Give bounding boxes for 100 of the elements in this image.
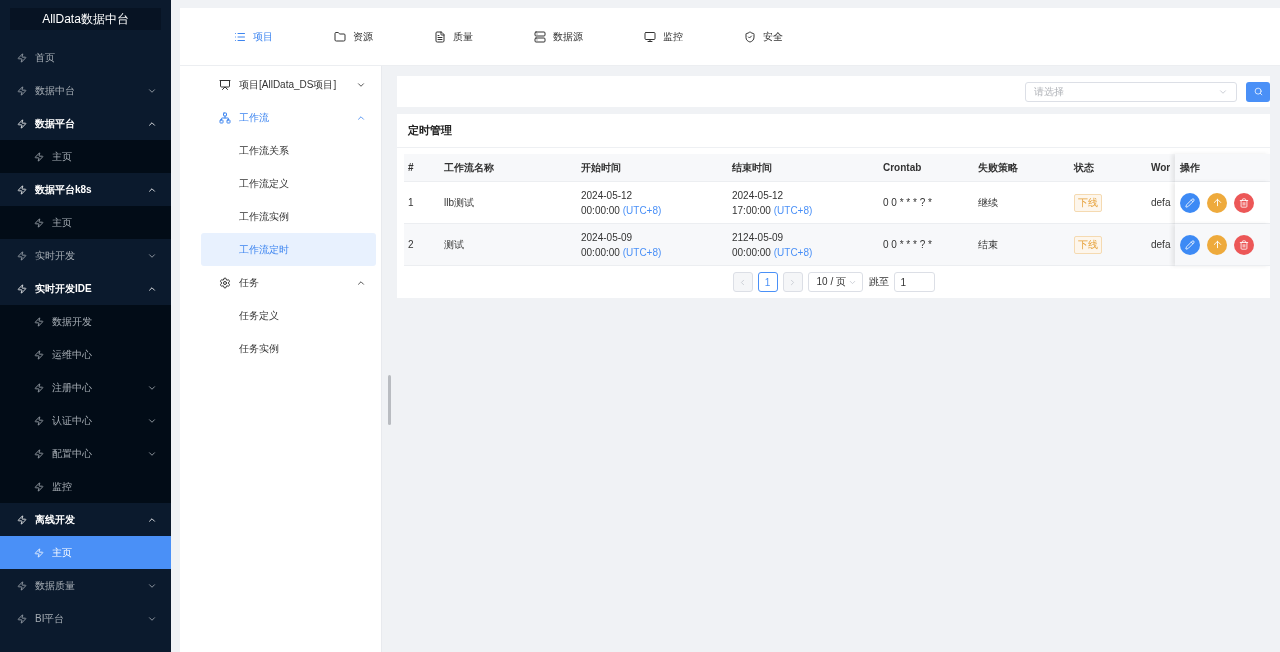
jump-label: 跳至 [868, 275, 889, 289]
column-header: 开始时间 [577, 154, 728, 182]
lightning-icon [34, 415, 44, 426]
menu-item[interactable]: 项目[AllData_DS项目] [201, 68, 376, 101]
table-cell-text: defa [1151, 196, 1172, 210]
column-header: 结束时间 [728, 154, 879, 182]
delete-button[interactable] [1234, 234, 1254, 255]
menu-item[interactable]: 任务定义 [201, 299, 376, 332]
date-text: 2024-05-12 [581, 188, 634, 203]
gear-icon [219, 276, 231, 289]
sidebar-item[interactable]: 数据平台k8s [0, 173, 171, 206]
page-size-select[interactable]: 10 / 页 [807, 272, 863, 292]
table-cell-text: 测试 [444, 238, 465, 252]
timezone-text: (UTC+8) [622, 246, 662, 258]
table-cell-text: 1 [408, 196, 415, 210]
table-cell-text: llb测试 [444, 196, 475, 210]
sidebar-item[interactable]: 数据质量 [0, 569, 171, 602]
edit-button[interactable] [1180, 192, 1200, 213]
menu-item[interactable]: 工作流定义 [201, 167, 376, 200]
column-header: # [404, 154, 440, 182]
shield-check-icon [744, 30, 756, 43]
sidebar-item[interactable]: 数据中台 [0, 74, 171, 107]
sidebar-item[interactable]: 注册中心 [0, 371, 171, 404]
table-cell-text: 0 0 * * * ? * [883, 196, 933, 210]
lightning-icon [17, 118, 27, 129]
sidebar-item[interactable]: 数据开发 [0, 305, 171, 338]
lightning-icon [34, 217, 44, 228]
status-tag: 下线 [1074, 193, 1102, 212]
nav-tab[interactable]: 质量 [426, 21, 481, 52]
arrow-up-icon [1211, 239, 1223, 250]
chevron-left-icon [738, 277, 747, 287]
lightning-icon [17, 184, 27, 195]
sidebar-item[interactable]: 实时开发 [0, 239, 171, 272]
lightning-icon [34, 448, 44, 459]
time-text: 17:00:00 [732, 204, 771, 216]
workflow-icon [219, 111, 231, 124]
lightning-icon [17, 52, 27, 63]
timezone-text: (UTC+8) [622, 204, 662, 216]
trash-icon [1239, 239, 1249, 250]
sidebar-item[interactable]: 数据平台 [0, 107, 171, 140]
menu-item[interactable]: 工作流 [201, 101, 376, 134]
lightning-icon [34, 547, 44, 558]
document-icon [434, 30, 446, 43]
timezone-text: (UTC+8) [773, 204, 813, 216]
up-arrow-button[interactable] [1207, 234, 1227, 255]
lightning-icon [17, 85, 27, 96]
column-header: Crontab [879, 154, 974, 182]
nav-tab[interactable]: 监控 [636, 21, 691, 52]
lightning-icon [34, 316, 44, 327]
edit-button[interactable] [1180, 234, 1200, 255]
column-header: 工作流名称 [440, 154, 577, 182]
menu-item[interactable]: 工作流实例 [201, 200, 376, 233]
sidebar-item[interactable]: 主页 [0, 140, 171, 173]
timezone-text: (UTC+8) [773, 246, 813, 258]
sidebar-item[interactable]: 离线开发 [0, 503, 171, 536]
nav-tab[interactable]: 资源 [326, 21, 381, 52]
lightning-icon [17, 283, 27, 294]
column-header: 失败策略 [974, 154, 1070, 182]
table-cell-text: 0 0 * * * ? * [883, 238, 933, 252]
lightning-icon [34, 481, 44, 492]
nav-tab[interactable]: 数据源 [526, 21, 591, 52]
sidebar-item[interactable]: 配置中心 [0, 437, 171, 470]
resize-handle[interactable] [388, 375, 391, 425]
jump-input[interactable]: 1 [893, 272, 935, 292]
time-text: 00:00:00 [581, 246, 620, 258]
menu-item[interactable]: 任务实例 [201, 332, 376, 365]
sidebar-item[interactable]: 运维中心 [0, 338, 171, 371]
time-text: 00:00:00 [732, 246, 771, 258]
sidebar-item[interactable]: BI平台 [0, 602, 171, 635]
sidebar-item[interactable]: 实时开发IDE [0, 272, 171, 305]
up-arrow-button[interactable] [1207, 192, 1227, 213]
lightning-icon [34, 382, 44, 393]
pencil-icon [1185, 197, 1195, 208]
date-text: 2124-05-09 [732, 230, 785, 245]
sidebar-item[interactable]: 监控 [0, 470, 171, 503]
nav-tab[interactable]: 项目 [226, 21, 281, 52]
sidebar-item[interactable]: 认证中心 [0, 404, 171, 437]
monitor-icon [644, 30, 656, 43]
nav-tab[interactable]: 安全 [736, 21, 791, 52]
sidebar-item[interactable]: 主页 [0, 206, 171, 239]
menu-item[interactable]: 工作流关系 [201, 134, 376, 167]
card-title: 定时管理 [397, 114, 1270, 148]
date-text: 2024-05-12 [732, 188, 785, 203]
lightning-icon [17, 250, 27, 261]
search-button[interactable] [1246, 81, 1270, 102]
status-tag: 下线 [1074, 235, 1102, 254]
delete-button[interactable] [1234, 192, 1254, 213]
table-cell-text: 结束 [978, 238, 999, 252]
presentation-icon [219, 78, 231, 91]
server-icon [534, 30, 546, 43]
trash-icon [1239, 197, 1249, 208]
lightning-icon [17, 580, 27, 591]
chevron-right-icon [788, 277, 797, 287]
app-title: AllData数据中台 [10, 8, 161, 30]
menu-item[interactable]: 任务 [201, 266, 376, 299]
date-text: 2024-05-09 [581, 230, 634, 245]
column-header: Wor [1147, 154, 1175, 182]
arrow-up-icon [1211, 197, 1223, 208]
sidebar-item[interactable]: 首页 [0, 41, 171, 74]
lightning-icon [17, 613, 27, 624]
